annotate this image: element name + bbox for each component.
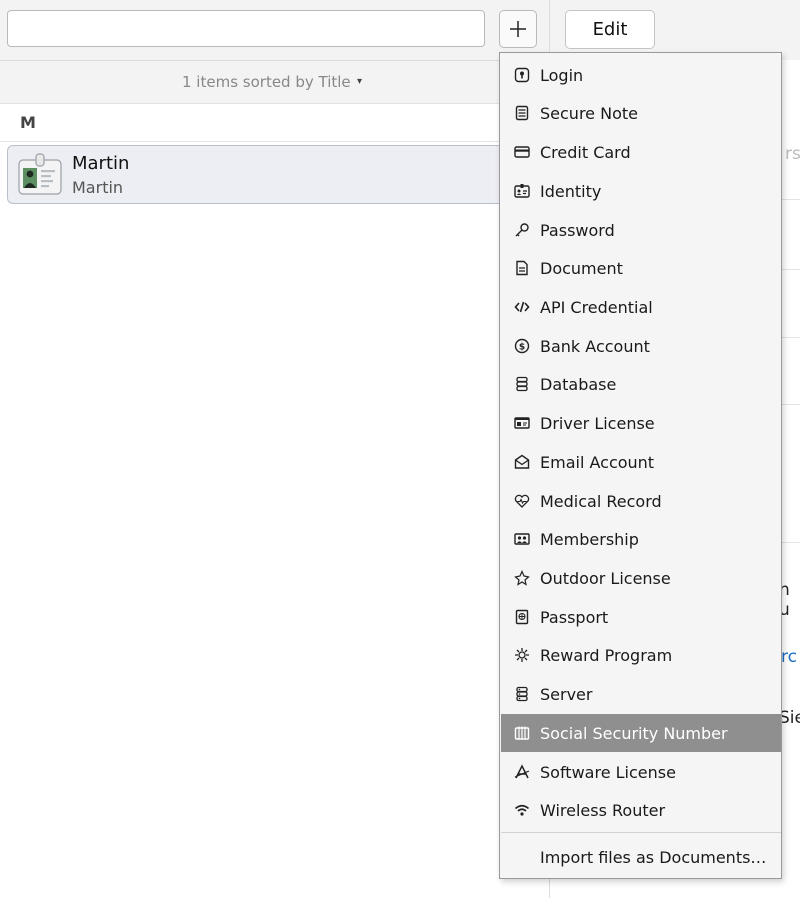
menu-item-label: Credit Card <box>540 142 631 162</box>
menu-item-driver-license[interactable]: Driver License <box>501 404 781 442</box>
section-letter: M <box>20 113 36 132</box>
menu-item-label: Email Account <box>540 452 655 472</box>
outdoor-icon <box>513 569 531 587</box>
menu-item-label: Server <box>540 684 593 704</box>
add-item-button[interactable] <box>499 10 537 48</box>
menu-item-label: Medical Record <box>540 491 662 511</box>
menu-item-membership[interactable]: Membership <box>501 520 781 558</box>
key-icon <box>513 221 531 239</box>
identity-icon <box>513 182 531 200</box>
code-icon <box>513 298 531 316</box>
menu-item-reward-program[interactable]: Reward Program <box>501 636 781 674</box>
menu-item-label: Driver License <box>540 413 655 433</box>
sort-label: 1 items sorted by Title <box>182 73 351 91</box>
dollar-coin-icon: $ <box>513 337 531 355</box>
server-icon <box>513 685 531 703</box>
menu-item-wireless-router[interactable]: Wireless Router <box>501 791 781 829</box>
menu-item-label: Passport <box>540 607 609 627</box>
login-icon <box>513 66 531 84</box>
menu-item-label: Social Security Number <box>540 723 728 743</box>
menu-item-document[interactable]: Document <box>501 249 781 287</box>
menu-item-social-security-number[interactable]: Social Security Number <box>501 714 781 752</box>
sort-caret-icon[interactable]: ▾ <box>357 61 362 103</box>
menu-item-label: Document <box>540 258 623 278</box>
document-icon <box>513 259 531 277</box>
identity-card-icon <box>17 152 63 198</box>
menu-item-label: Import files as Documents… <box>540 847 767 867</box>
menu-item-label: Secure Note <box>540 103 638 123</box>
credit-card-icon <box>513 143 531 161</box>
menu-item-label: Password <box>540 220 615 240</box>
menu-item-label: Reward Program <box>540 645 673 665</box>
driver-license-icon <box>513 414 531 432</box>
menu-item-label: Outdoor License <box>540 568 671 588</box>
menu-item-label: Wireless Router <box>540 800 666 820</box>
envelope-icon <box>513 453 531 471</box>
detail-partial-text: Sie <box>779 708 800 728</box>
menu-separator <box>501 832 781 833</box>
wifi-icon <box>513 801 531 819</box>
menu-item-label: Identity <box>540 181 602 201</box>
secure-note-icon <box>513 104 531 122</box>
detail-partial-text: rs <box>785 144 800 164</box>
list-item[interactable]: Martin Martin <box>7 145 527 204</box>
menu-item-label: Login <box>540 65 584 85</box>
reward-icon <box>513 646 531 664</box>
menu-item-label: Database <box>540 374 617 394</box>
svg-text:$: $ <box>519 343 525 353</box>
menu-item-outdoor-license[interactable]: Outdoor License <box>501 559 781 597</box>
menu-item-api-credential[interactable]: API Credential <box>501 288 781 326</box>
membership-icon <box>513 530 531 548</box>
menu-item-secure-note[interactable]: Secure Note <box>501 94 781 132</box>
menu-item-medical-record[interactable]: Medical Record <box>501 482 781 520</box>
section-header: M <box>0 104 549 142</box>
menu-item-credit-card[interactable]: Credit Card <box>501 133 781 171</box>
menu-item-identity[interactable]: Identity <box>501 172 781 210</box>
detail-partial-text: n u <box>779 580 790 620</box>
detail-partial-link[interactable]: rc <box>781 647 797 667</box>
menu-item-login[interactable]: Login <box>501 56 781 94</box>
database-icon <box>513 375 531 393</box>
menu-item-software-license[interactable]: Software License <box>501 753 781 791</box>
menu-item-server[interactable]: Server <box>501 675 781 713</box>
list-item-subtitle: Martin <box>72 178 124 197</box>
software-icon <box>513 763 531 781</box>
passport-icon <box>513 608 531 626</box>
menu-item-label: Membership <box>540 529 639 549</box>
menu-item-password[interactable]: Password <box>501 211 781 249</box>
edit-button[interactable]: Edit <box>565 10 655 49</box>
menu-item-database[interactable]: Database <box>501 365 781 403</box>
sort-bar[interactable]: 1 items sorted by Title ▾ <box>0 61 549 104</box>
menu-item-passport[interactable]: Passport <box>501 598 781 636</box>
ssn-icon <box>513 724 531 742</box>
plus-icon <box>510 21 526 37</box>
menu-item-email-account[interactable]: Email Account <box>501 443 781 481</box>
search-input[interactable] <box>7 10 485 47</box>
menu-item-label: Bank Account <box>540 336 650 356</box>
menu-item-import-documents[interactable]: Import files as Documents… <box>501 838 781 876</box>
menu-item-bank-account[interactable]: $ Bank Account <box>501 327 781 365</box>
menu-item-label: API Credential <box>540 297 653 317</box>
new-item-menu: Login Secure Note Credit Card Identity P… <box>499 52 782 879</box>
heart-pulse-icon <box>513 492 531 510</box>
list-item-title: Martin <box>72 153 130 174</box>
menu-item-label: Software License <box>540 762 676 782</box>
